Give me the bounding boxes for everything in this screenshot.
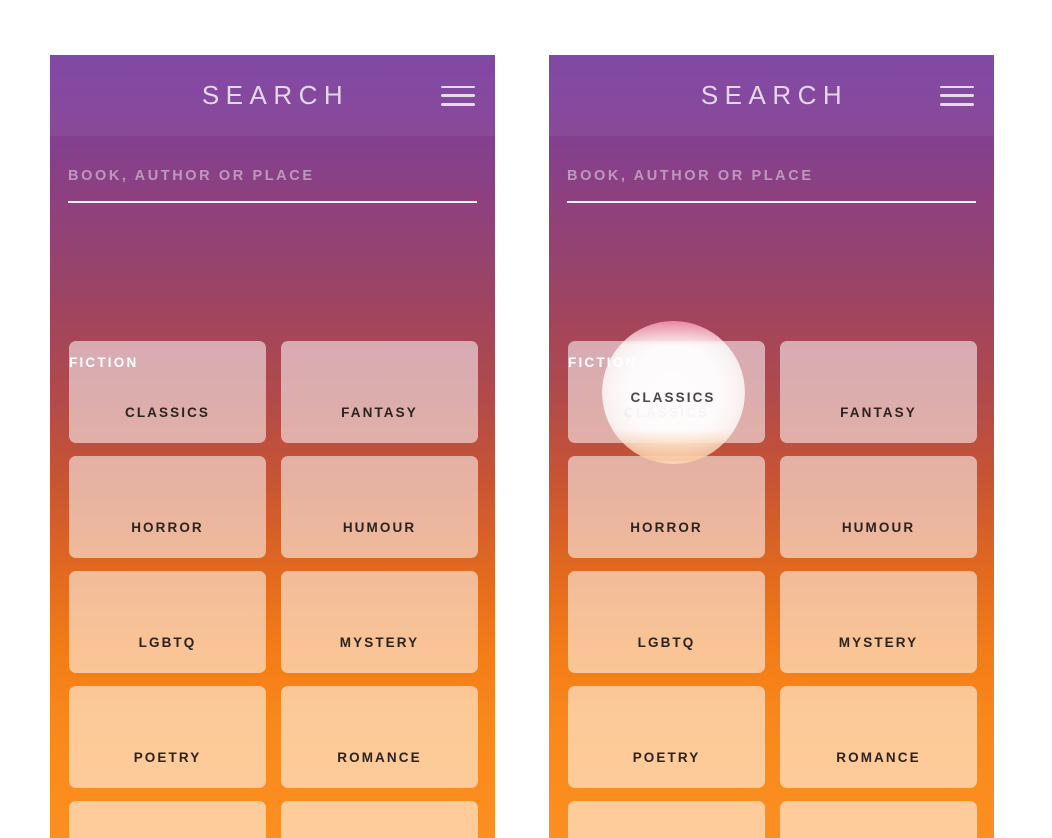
hamburger-line-1 <box>441 85 475 88</box>
category-tile-lgbtq[interactable]: LGBTQ <box>69 571 266 673</box>
category-tile-label: CLASSICS <box>623 405 710 420</box>
search-field-wrapper <box>567 163 976 203</box>
category-tile-horror[interactable]: HORROR <box>69 456 266 558</box>
screenshot-canvas: SEARCH FICTION CLASSICS FANTASY HORROR H… <box>0 0 1052 838</box>
category-tile-label: CLASSICS <box>124 405 211 420</box>
category-tile-poetry[interactable]: POETRY <box>69 686 266 788</box>
hamburger-line-3 <box>441 103 475 106</box>
app-header: SEARCH <box>549 55 994 136</box>
category-tile-label: HUMOUR <box>841 520 916 535</box>
category-grid: CLASSICS FANTASY HORROR HUMOUR LGBTQ MYS… <box>69 341 478 838</box>
search-input[interactable] <box>68 163 477 203</box>
category-grid: CLASSICS FANTASY HORROR HUMOUR LGBTQ MYS… <box>568 341 977 838</box>
hamburger-line-1 <box>940 85 974 88</box>
hamburger-line-2 <box>940 94 974 97</box>
category-tile-label: MYSTERY <box>339 635 420 650</box>
category-tile-label: POETRY <box>133 750 202 765</box>
app-header: SEARCH <box>50 55 495 136</box>
phone-screen-search-default: SEARCH FICTION CLASSICS FANTASY HORROR H… <box>50 55 495 838</box>
category-tile-label: POETRY <box>632 750 701 765</box>
category-tile-label: HUMOUR <box>342 520 417 535</box>
category-tile-label: ROMANCE <box>337 750 422 765</box>
hamburger-menu-icon[interactable] <box>940 83 974 109</box>
category-tile-label: FANTASY <box>341 405 418 420</box>
category-tile-next-row-right[interactable] <box>281 801 478 838</box>
category-tile-classics[interactable]: CLASSICS <box>69 341 266 443</box>
phone-screen-search-tap-classics: SEARCH FICTION CLASSICS FANTASY HORROR H… <box>549 55 994 838</box>
category-tile-next-row-left[interactable] <box>568 801 765 838</box>
search-input[interactable] <box>567 163 976 203</box>
hamburger-line-2 <box>441 94 475 97</box>
category-tile-humour[interactable]: HUMOUR <box>281 456 478 558</box>
page-title: SEARCH <box>201 80 350 110</box>
category-tile-label: ROMANCE <box>836 750 921 765</box>
category-tile-label: LGBTQ <box>637 635 696 650</box>
hamburger-line-3 <box>940 103 974 106</box>
category-tile-poetry[interactable]: POETRY <box>568 686 765 788</box>
page-title: SEARCH <box>700 80 849 110</box>
category-tile-label: MYSTERY <box>838 635 919 650</box>
category-tile-next-row-right[interactable] <box>780 801 977 838</box>
category-tile-classics[interactable]: CLASSICS <box>568 341 765 443</box>
category-tile-fantasy[interactable]: FANTASY <box>281 341 478 443</box>
category-tile-next-row-left[interactable] <box>69 801 266 838</box>
search-field-wrapper <box>68 163 477 203</box>
category-tile-mystery[interactable]: MYSTERY <box>281 571 478 673</box>
category-tile-mystery[interactable]: MYSTERY <box>780 571 977 673</box>
category-tile-lgbtq[interactable]: LGBTQ <box>568 571 765 673</box>
hamburger-menu-icon[interactable] <box>441 83 475 109</box>
category-tile-label: LGBTQ <box>138 635 197 650</box>
category-tile-label: HORROR <box>131 520 204 535</box>
category-tile-label: HORROR <box>630 520 703 535</box>
category-tile-label: FANTASY <box>840 405 917 420</box>
category-tile-fantasy[interactable]: FANTASY <box>780 341 977 443</box>
category-tile-horror[interactable]: HORROR <box>568 456 765 558</box>
category-tile-humour[interactable]: HUMOUR <box>780 456 977 558</box>
category-tile-romance[interactable]: ROMANCE <box>780 686 977 788</box>
category-tile-romance[interactable]: ROMANCE <box>281 686 478 788</box>
